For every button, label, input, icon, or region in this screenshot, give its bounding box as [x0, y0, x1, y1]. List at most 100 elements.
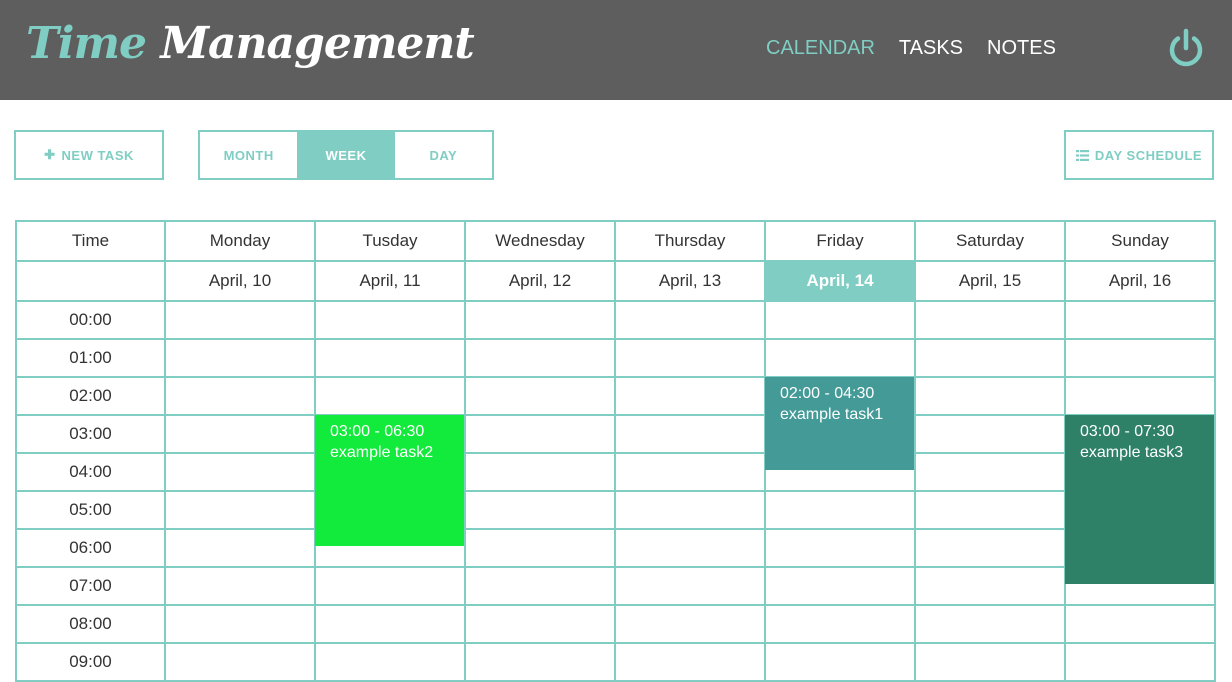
time-slot-cell[interactable] [914, 376, 1066, 416]
day-header-saturday: Saturday [914, 220, 1066, 262]
hour-row: 05:00 [15, 490, 1216, 530]
time-slot-cell[interactable] [1064, 338, 1216, 378]
date-friday-today[interactable]: April, 14 [764, 260, 916, 302]
time-slot-cell[interactable] [1064, 642, 1216, 682]
day-header-row: Time Monday Tusday Wednesday Thursday Fr… [15, 220, 1216, 262]
time-slot-cell[interactable] [914, 490, 1066, 530]
time-slot-cell[interactable] [464, 604, 616, 644]
time-slot-cell[interactable] [914, 300, 1066, 340]
date-wednesday[interactable]: April, 12 [464, 260, 616, 302]
time-slot-cell[interactable] [464, 376, 616, 416]
time-slot-cell[interactable] [164, 642, 316, 682]
list-icon [1075, 149, 1089, 161]
date-saturday[interactable]: April, 15 [914, 260, 1066, 302]
new-task-button[interactable]: ✚ NEW TASK [14, 130, 164, 180]
time-slot-cell[interactable] [314, 338, 466, 378]
time-slot-cell[interactable] [614, 300, 766, 340]
time-slot-cell[interactable] [164, 452, 316, 492]
day-header-sunday: Sunday [1064, 220, 1216, 262]
time-slot-cell[interactable] [614, 338, 766, 378]
time-slot-cell[interactable] [614, 376, 766, 416]
brand-word-management: Management [160, 18, 474, 69]
hour-row: 00:00 [15, 300, 1216, 340]
date-monday[interactable]: April, 10 [164, 260, 316, 302]
time-slot-cell[interactable] [1064, 376, 1216, 416]
hour-row: 03:00 [15, 414, 1216, 454]
time-slot-cell[interactable] [614, 604, 766, 644]
event-time: 02:00 - 04:30 [780, 385, 875, 402]
time-slot-cell[interactable] [164, 376, 316, 416]
time-slot-cell[interactable] [614, 528, 766, 568]
event-title: example task2 [330, 444, 434, 461]
hour-label: 09:00 [15, 642, 166, 682]
time-slot-cell[interactable] [314, 642, 466, 682]
time-slot-cell[interactable] [764, 338, 916, 378]
time-slot-cell[interactable] [314, 566, 466, 606]
nav-calendar[interactable]: CALENDAR [766, 37, 875, 60]
hour-label: 02:00 [15, 376, 166, 416]
time-slot-cell[interactable] [1064, 300, 1216, 340]
time-slot-cell[interactable] [914, 414, 1066, 454]
time-slot-cell[interactable] [914, 604, 1066, 644]
day-schedule-button[interactable]: DAY SCHEDULE [1064, 130, 1214, 180]
time-slot-cell[interactable] [914, 566, 1066, 606]
app-header: Time Management CALENDAR TASKS NOTES [0, 0, 1232, 100]
time-slot-cell[interactable] [464, 338, 616, 378]
time-slot-cell[interactable] [614, 642, 766, 682]
time-slot-cell[interactable] [464, 490, 616, 530]
hour-label: 05:00 [15, 490, 166, 530]
time-slot-cell[interactable] [164, 414, 316, 454]
nav-tasks[interactable]: TASKS [899, 37, 963, 60]
app-logo[interactable]: Time Management [26, 18, 475, 69]
time-slot-cell[interactable] [764, 490, 916, 530]
time-slot-cell[interactable] [764, 566, 916, 606]
time-column-header: Time [15, 220, 166, 262]
time-slot-cell[interactable] [314, 604, 466, 644]
date-thursday[interactable]: April, 13 [614, 260, 766, 302]
date-sunday[interactable]: April, 16 [1064, 260, 1216, 302]
hour-row: 07:00 [15, 566, 1216, 606]
time-slot-cell[interactable] [914, 338, 1066, 378]
time-slot-cell[interactable] [164, 490, 316, 530]
time-slot-cell[interactable] [464, 300, 616, 340]
time-slot-cell[interactable] [464, 452, 616, 492]
time-slot-cell[interactable] [164, 338, 316, 378]
time-slot-cell[interactable] [164, 300, 316, 340]
time-slot-cell[interactable] [164, 528, 316, 568]
time-slot-cell[interactable] [164, 604, 316, 644]
time-slot-cell[interactable] [314, 300, 466, 340]
power-icon[interactable] [1166, 28, 1206, 68]
time-slot-cell[interactable] [164, 566, 316, 606]
event-card[interactable]: 03:00 - 07:30 example task3 [1065, 415, 1214, 584]
time-slot-cell[interactable] [614, 414, 766, 454]
time-slot-cell[interactable] [614, 452, 766, 492]
time-slot-cell[interactable] [464, 414, 616, 454]
time-slot-cell[interactable] [764, 604, 916, 644]
view-day-button[interactable]: DAY [395, 132, 492, 178]
brand-word-time: Time [26, 18, 147, 69]
time-slot-cell[interactable] [464, 528, 616, 568]
event-card[interactable]: 03:00 - 06:30 example task2 [315, 415, 464, 546]
time-slot-cell[interactable] [464, 642, 616, 682]
time-slot-cell[interactable] [914, 642, 1066, 682]
time-slot-cell[interactable] [764, 642, 916, 682]
plus-icon: ✚ [44, 147, 56, 162]
time-slot-cell[interactable] [914, 528, 1066, 568]
day-header-monday: Monday [164, 220, 316, 262]
main-nav: CALENDAR TASKS NOTES [766, 37, 1056, 60]
view-week-button[interactable]: WEEK [297, 132, 395, 178]
time-slot-cell[interactable] [614, 490, 766, 530]
time-slot-cell[interactable] [914, 452, 1066, 492]
hour-label: 08:00 [15, 604, 166, 644]
time-slot-cell[interactable] [614, 566, 766, 606]
time-slot-cell[interactable] [314, 376, 466, 416]
time-slot-cell[interactable] [464, 566, 616, 606]
time-slot-cell[interactable] [764, 528, 916, 568]
time-slot-cell[interactable] [1064, 604, 1216, 644]
view-switcher: MONTH WEEK DAY [198, 130, 494, 180]
event-card[interactable]: 02:00 - 04:30 example task1 [765, 377, 914, 470]
date-tuesday[interactable]: April, 11 [314, 260, 466, 302]
view-month-button[interactable]: MONTH [200, 132, 297, 178]
nav-notes[interactable]: NOTES [987, 37, 1056, 60]
time-slot-cell[interactable] [764, 300, 916, 340]
